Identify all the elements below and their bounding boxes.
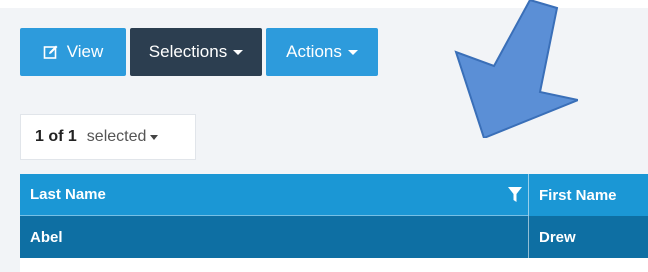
chevron-down-icon [347,49,358,55]
table-row-empty [20,258,648,272]
table-cell-first-name: Drew [528,216,648,258]
selection-count-dropdown[interactable]: 1 of 1 selected [20,114,196,160]
view-button-label: View [66,42,104,61]
selections-button-label: Selections [148,42,228,61]
column-header-last-name[interactable]: Last Name [20,174,528,216]
column-header-label: Last Name [30,186,106,203]
actions-button-label: Actions [286,42,342,61]
grid-header-row: Last Name First Name [20,174,648,216]
edit-icon [43,45,58,59]
filter-icon[interactable] [508,187,522,203]
actions-dropdown-button[interactable]: Actions [266,28,378,76]
selection-count: 1 of 1 [35,128,77,145]
annotation-arrow-icon [454,0,578,138]
view-button[interactable]: View [20,28,126,76]
column-header-label: First Name [539,186,617,204]
table-cell-last-name: Abel [30,228,63,246]
chevron-down-icon [233,49,244,55]
selection-label: selected [86,128,147,145]
data-grid: Last Name First Name Abel Drew [20,174,648,272]
table-row[interactable]: Abel Drew [20,216,648,258]
selections-dropdown-button[interactable]: Selections [130,28,262,76]
column-header-first-name[interactable]: First Name [528,174,648,216]
app-stage: View Selections Actions 1 of 1 selected … [0,0,648,272]
chevron-down-icon [150,134,159,140]
